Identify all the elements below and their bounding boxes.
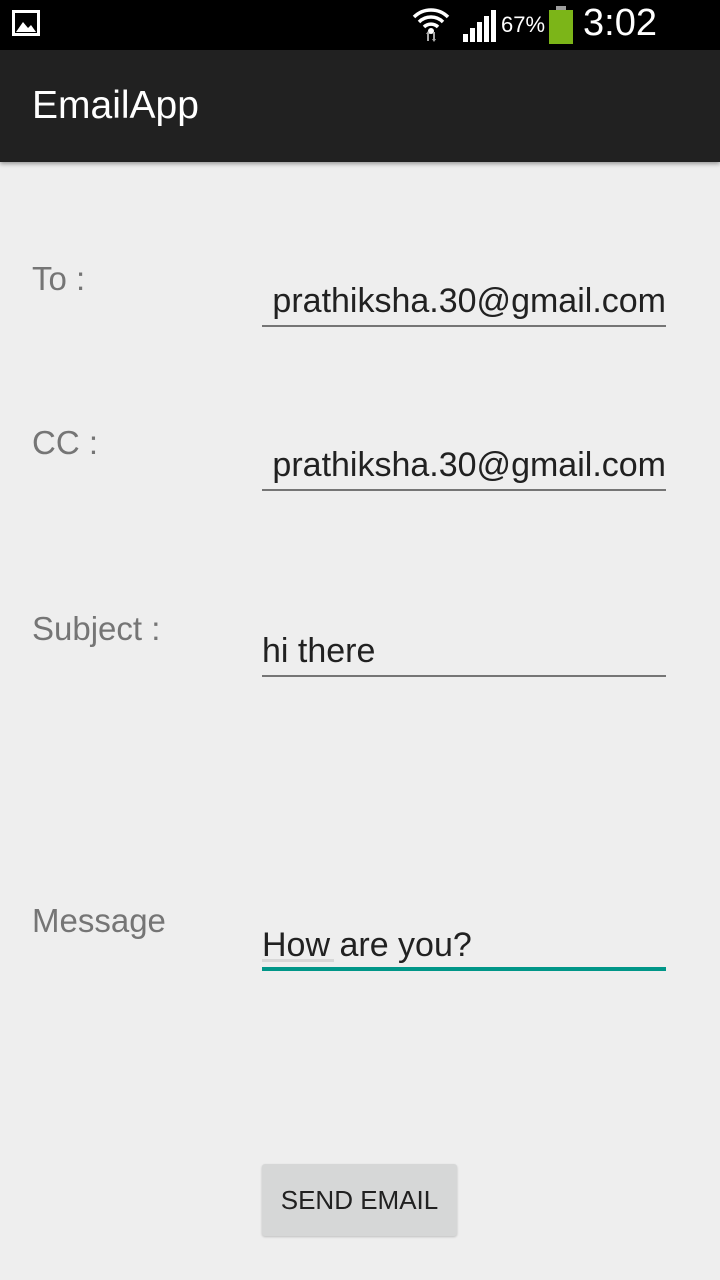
spellcheck-underline xyxy=(262,959,334,962)
app-title: EmailApp xyxy=(32,84,199,127)
to-field[interactable]: prathiksha.30@gmail.com xyxy=(262,281,666,327)
status-bar: 67% 3:02 PM xyxy=(0,0,720,87)
cc-underline xyxy=(262,489,666,491)
action-bar: EmailApp xyxy=(0,50,720,162)
cc-label: CC : xyxy=(32,424,98,461)
subject-underline xyxy=(262,675,666,677)
cc-value: prathiksha.30@gmail.com xyxy=(272,446,666,484)
subject-value: hi there xyxy=(262,632,376,670)
message-label: Message xyxy=(32,902,166,939)
to-underline xyxy=(262,325,666,327)
to-value: prathiksha.30@gmail.com xyxy=(272,282,666,320)
message-underline xyxy=(262,967,666,971)
cc-field[interactable]: prathiksha.30@gmail.com xyxy=(262,445,666,491)
to-label: To : xyxy=(32,260,86,297)
message-field[interactable]: How are you? xyxy=(262,925,666,971)
wifi-icon xyxy=(412,8,450,42)
gallery-icon xyxy=(12,10,40,36)
signal-icon xyxy=(463,10,496,42)
subject-label: Subject : xyxy=(32,610,161,647)
battery-percent: 67% xyxy=(501,12,546,37)
send-email-button[interactable]: SEND EMAIL xyxy=(262,1164,457,1236)
subject-field[interactable]: hi there xyxy=(262,631,666,677)
battery-icon xyxy=(549,6,573,44)
